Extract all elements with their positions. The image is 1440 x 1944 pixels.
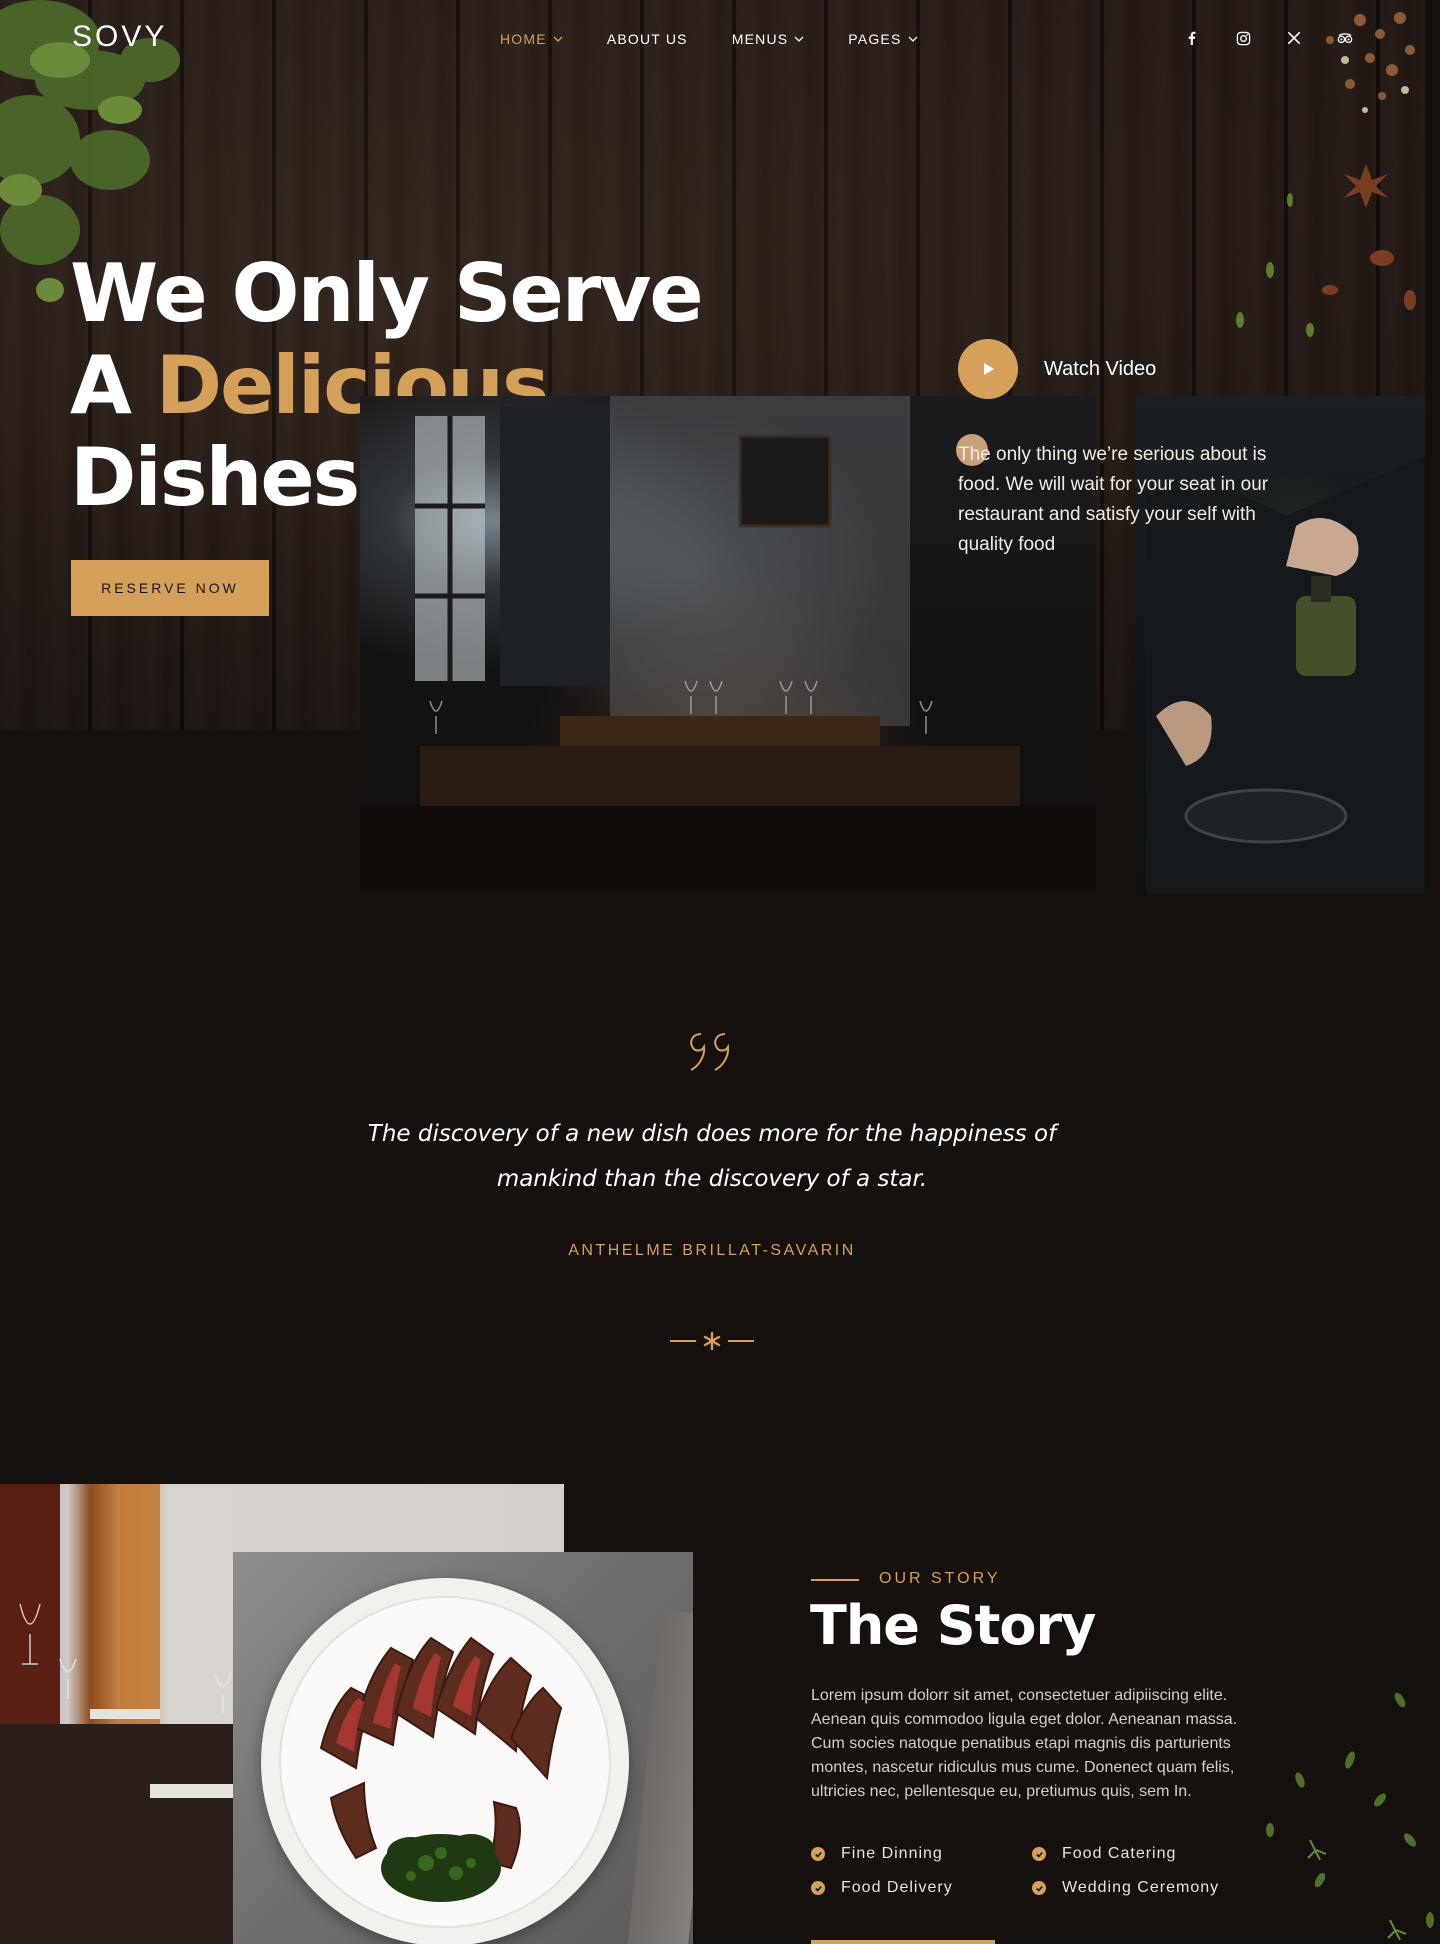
main-menu: HOME ABOUT US MENUS PAGES bbox=[500, 31, 962, 47]
nav-item-menus[interactable]: MENUS bbox=[732, 31, 805, 47]
feature-item: Fine Dinning bbox=[811, 1845, 943, 1863]
asterisk-divider-icon bbox=[670, 1331, 754, 1351]
instagram-icon[interactable] bbox=[1234, 29, 1252, 47]
chevron-down-icon bbox=[794, 36, 804, 42]
nav-item-about-us[interactable]: ABOUT US bbox=[607, 31, 688, 47]
social-links bbox=[1183, 29, 1387, 47]
story-title: The Story bbox=[810, 1594, 1096, 1657]
x-icon[interactable] bbox=[1285, 29, 1303, 47]
feature-label: Wedding Ceremony bbox=[1062, 1879, 1220, 1896]
brand-logo[interactable]: SOVY bbox=[72, 20, 167, 54]
play-icon[interactable] bbox=[958, 339, 1018, 399]
nav-item-pages[interactable]: PAGES bbox=[848, 31, 917, 47]
headline-line-2-prefix: A bbox=[70, 339, 156, 432]
quote-author: ANTHELME BRILLAT-SAVARIN bbox=[568, 1242, 856, 1259]
leaf-decoration bbox=[1266, 1692, 1434, 1941]
nav-item-label: PAGES bbox=[848, 31, 902, 47]
feature-label: Fine Dinning bbox=[841, 1845, 943, 1862]
check-icon bbox=[1032, 1881, 1046, 1895]
napkin bbox=[627, 1609, 693, 1944]
chevron-down-icon bbox=[908, 36, 917, 42]
nav-item-label: ABOUT US bbox=[606, 31, 688, 47]
sliced-steak-image bbox=[233, 1552, 693, 1944]
section-eyebrow: OUR STORY bbox=[879, 1570, 1001, 1587]
top-navigation: SOVY HOME ABOUT US MENUS PAGES bbox=[0, 0, 1440, 80]
headline-line-3: Dishes bbox=[70, 431, 360, 524]
feature-item: Food Catering bbox=[1032, 1845, 1176, 1863]
plate bbox=[261, 1578, 629, 1944]
feature-label: Food Catering bbox=[1062, 1845, 1177, 1862]
check-icon bbox=[1032, 1847, 1046, 1861]
eyebrow-line bbox=[811, 1579, 859, 1581]
nav-item-home[interactable]: HOME bbox=[500, 31, 563, 47]
watch-video-button[interactable]: Watch Video bbox=[958, 339, 1156, 399]
facebook-icon[interactable] bbox=[1183, 29, 1201, 47]
read-more-button-edge[interactable] bbox=[811, 1940, 995, 1944]
feature-item: Wedding Ceremony bbox=[1032, 1879, 1219, 1897]
hero-description: The only thing we’re serious about is fo… bbox=[958, 444, 1269, 555]
tripadvisor-icon[interactable] bbox=[1336, 29, 1354, 47]
feature-item: Food Delivery bbox=[811, 1879, 953, 1897]
feature-label: Food Delivery bbox=[841, 1879, 953, 1896]
steak-illustration bbox=[319, 1636, 563, 1902]
reserve-now-button[interactable]: RESERVE NOW bbox=[71, 560, 269, 616]
story-body: Lorem ipsum dolorr sit amet, consectetue… bbox=[811, 1687, 1238, 1800]
quote-text: The discovery of a new dish does more fo… bbox=[367, 1121, 1057, 1192]
chevron-down-icon bbox=[553, 36, 563, 42]
watch-video-label: Watch Video bbox=[1044, 357, 1157, 380]
nav-item-label: HOME bbox=[500, 31, 547, 47]
check-icon bbox=[811, 1881, 825, 1895]
quote-icon bbox=[690, 1033, 730, 1071]
nav-item-label: MENUS bbox=[731, 31, 789, 47]
check-icon bbox=[811, 1847, 825, 1861]
headline-line-1: We Only Serve bbox=[70, 247, 704, 340]
